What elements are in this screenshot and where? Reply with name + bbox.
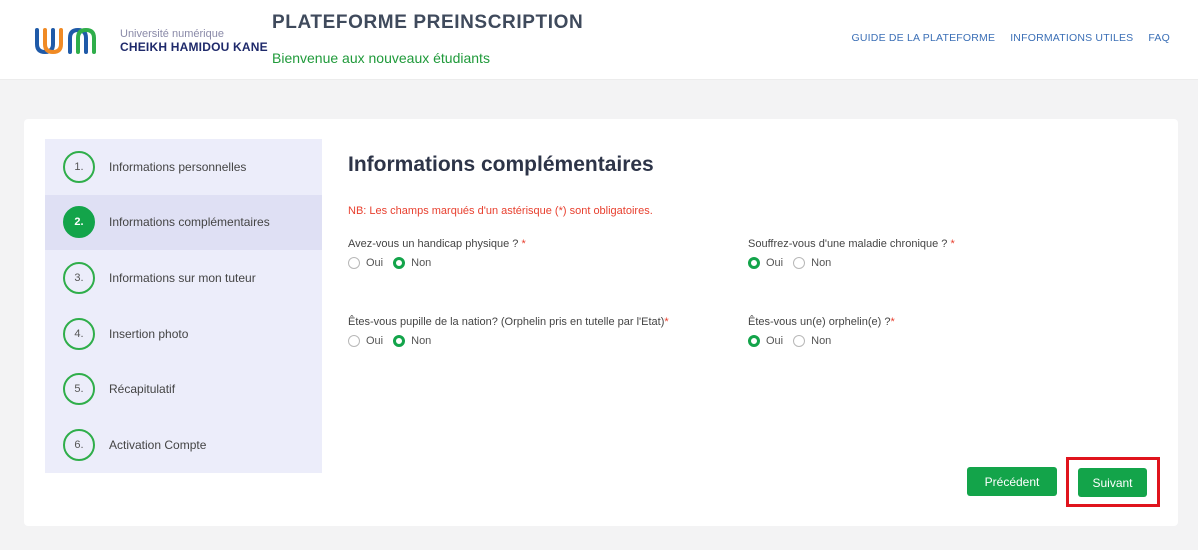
radio-label: Oui xyxy=(366,257,384,269)
step-label: Récapitulatif xyxy=(109,382,176,397)
step-label: Informations complémentaires xyxy=(109,215,270,230)
step-number: 2. xyxy=(63,206,95,239)
required-marker: * xyxy=(521,238,526,250)
question-orphan: Êtes-vous un(e) orphelin(e) ?* Oui Non xyxy=(748,316,1118,347)
site-header: Université numérique CHEIKH HAMIDOU KANE… xyxy=(0,0,1198,80)
question-label: Avez-vous un handicap physique ? xyxy=(348,238,522,250)
page-subtitle: Bienvenue aux nouveaux étudiants xyxy=(272,50,490,66)
previous-button[interactable]: Précédent xyxy=(967,467,1057,496)
radio-non[interactable]: Non xyxy=(393,335,431,347)
steps-sidebar: 1. Informations personnelles 2. Informat… xyxy=(45,139,322,473)
radio-button[interactable] xyxy=(793,257,806,269)
step-item-activation[interactable]: 6. Activation Compte xyxy=(45,417,322,473)
question-ward-of-nation: Êtes-vous pupille de la nation? (Orpheli… xyxy=(348,316,708,347)
radio-label: Oui xyxy=(766,257,784,269)
required-marker: * xyxy=(890,316,895,328)
radio-button[interactable] xyxy=(748,335,760,347)
radio-oui[interactable]: Oui xyxy=(748,335,783,347)
step-item-summary[interactable]: 5. Récapitulatif xyxy=(45,361,322,417)
radio-group: Oui Non xyxy=(348,335,708,347)
radio-button[interactable] xyxy=(393,257,406,269)
step-number: 4. xyxy=(63,317,95,350)
radio-label: Non xyxy=(411,335,432,347)
registration-card: 1. Informations personnelles 2. Informat… xyxy=(24,119,1178,526)
step-item-photo[interactable]: 4. Insertion photo xyxy=(45,306,322,362)
radio-button[interactable] xyxy=(748,257,760,269)
step-label: Informations sur mon tuteur xyxy=(109,270,256,285)
required-marker: * xyxy=(664,316,669,328)
radio-group: Oui Non xyxy=(348,257,718,269)
step-number: 1. xyxy=(63,150,95,183)
radio-non[interactable]: Non xyxy=(393,257,431,269)
top-nav: GUIDE DE LA PLATEFORME INFORMATIONS UTIL… xyxy=(852,32,1170,44)
radio-label: Oui xyxy=(766,335,784,347)
logo-mark-icon xyxy=(35,27,96,55)
nav-link-guide[interactable]: GUIDE DE LA PLATEFORME xyxy=(852,32,996,44)
logo-title: CHEIKH HAMIDOU KANE xyxy=(120,40,268,54)
radio-oui[interactable]: Oui xyxy=(348,335,383,347)
step-number: 5. xyxy=(63,373,95,406)
step-label: Informations personnelles xyxy=(109,159,247,174)
university-logo[interactable]: Université numérique CHEIKH HAMIDOU KANE xyxy=(34,20,268,60)
question-label: Êtes-vous un(e) orphelin(e) ? xyxy=(748,316,891,328)
radio-label: Non xyxy=(811,335,832,347)
radio-non[interactable]: Non xyxy=(793,257,831,269)
radio-button[interactable] xyxy=(793,335,806,347)
radio-button[interactable] xyxy=(348,335,360,347)
required-note: NB: Les champs marqués d'un astérisque (… xyxy=(348,205,653,217)
radio-label: Non xyxy=(411,257,432,269)
step-item-tutor[interactable]: 3. Informations sur mon tuteur xyxy=(45,250,322,306)
radio-button[interactable] xyxy=(348,257,360,269)
radio-label: Oui xyxy=(366,335,384,347)
logo-subtitle: Université numérique xyxy=(120,28,224,40)
next-button-highlight: Suivant xyxy=(1066,457,1160,507)
step-item-complementary[interactable]: 2. Informations complémentaires xyxy=(45,194,322,251)
nav-link-info[interactable]: INFORMATIONS UTILES xyxy=(1010,32,1133,44)
radio-group: Oui Non xyxy=(748,335,1118,347)
question-handicap: Avez-vous un handicap physique ? * Oui N… xyxy=(348,238,718,269)
radio-button[interactable] xyxy=(393,335,406,347)
step-number: 3. xyxy=(63,261,95,294)
radio-oui[interactable]: Oui xyxy=(348,257,383,269)
radio-oui[interactable]: Oui xyxy=(748,257,783,269)
step-number: 6. xyxy=(63,428,95,461)
step-item-personal[interactable]: 1. Informations personnelles xyxy=(45,139,322,195)
radio-label: Non xyxy=(811,257,832,269)
radio-non[interactable]: Non xyxy=(793,335,831,347)
form-title: Informations complémentaires xyxy=(348,153,654,176)
next-button[interactable]: Suivant xyxy=(1078,468,1147,497)
question-chronic-illness: Souffrez-vous d'une maladie chronique ? … xyxy=(748,238,1118,269)
question-label: Êtes-vous pupille de la nation? (Orpheli… xyxy=(348,316,665,328)
nav-link-faq[interactable]: FAQ xyxy=(1148,32,1170,44)
step-label: Activation Compte xyxy=(109,437,207,452)
required-marker: * xyxy=(950,238,955,250)
radio-group: Oui Non xyxy=(748,257,1118,269)
page-title: PLATEFORME PREINSCRIPTION xyxy=(272,12,584,33)
question-label: Souffrez-vous d'une maladie chronique ? xyxy=(748,238,951,250)
step-label: Insertion photo xyxy=(109,326,189,341)
